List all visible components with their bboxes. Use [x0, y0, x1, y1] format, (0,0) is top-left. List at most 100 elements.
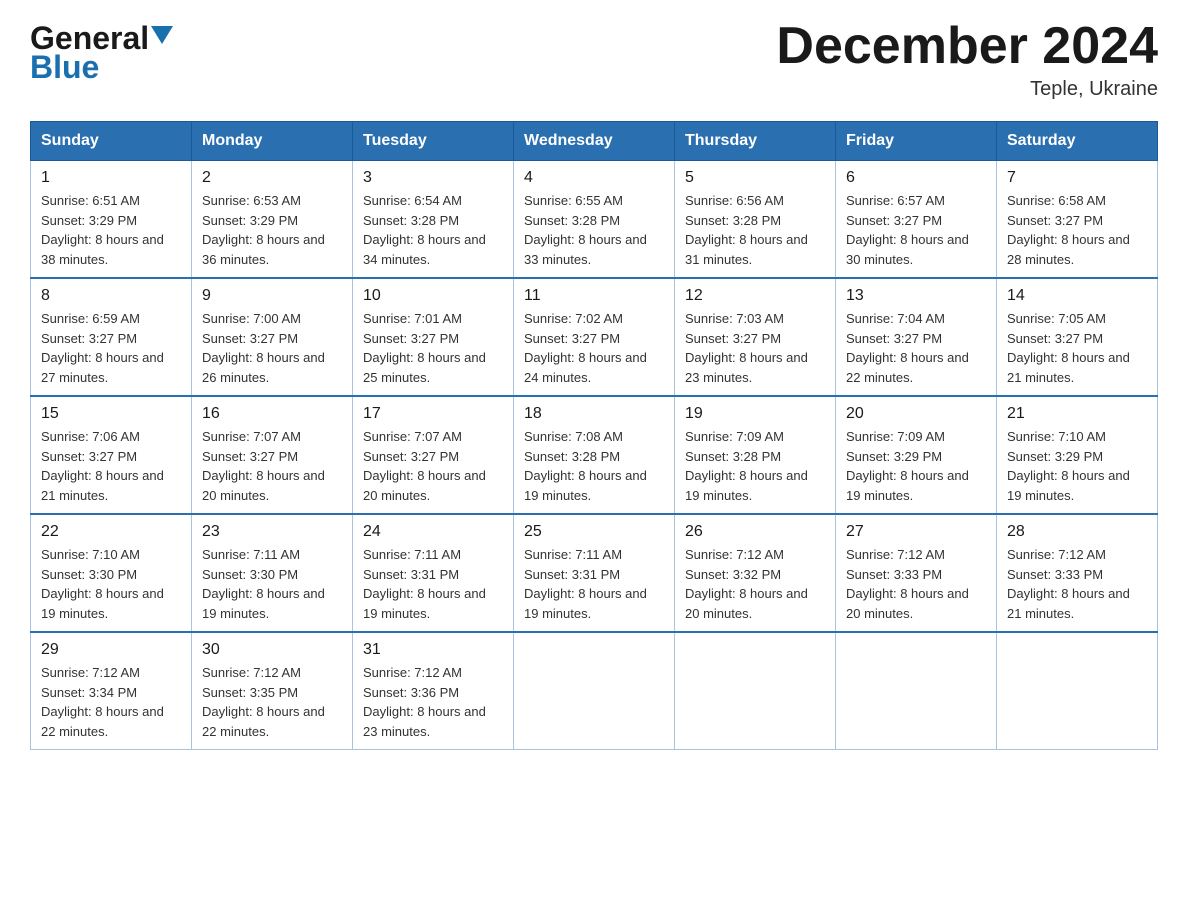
day-number: 23: [202, 523, 342, 541]
header-saturday: Saturday: [997, 122, 1158, 161]
table-row: [836, 632, 997, 750]
header-monday: Monday: [192, 122, 353, 161]
day-info: Sunrise: 7:10 AM Sunset: 3:29 PM Dayligh…: [1007, 427, 1147, 505]
table-row: 25 Sunrise: 7:11 AM Sunset: 3:31 PM Dayl…: [514, 514, 675, 632]
header-tuesday: Tuesday: [353, 122, 514, 161]
table-row: 21 Sunrise: 7:10 AM Sunset: 3:29 PM Dayl…: [997, 396, 1158, 514]
calendar-table: Sunday Monday Tuesday Wednesday Thursday…: [30, 121, 1158, 750]
table-row: 13 Sunrise: 7:04 AM Sunset: 3:27 PM Dayl…: [836, 278, 997, 396]
day-info: Sunrise: 6:54 AM Sunset: 3:28 PM Dayligh…: [363, 191, 503, 269]
day-info: Sunrise: 7:12 AM Sunset: 3:32 PM Dayligh…: [685, 545, 825, 623]
table-row: 11 Sunrise: 7:02 AM Sunset: 3:27 PM Dayl…: [514, 278, 675, 396]
table-row: 12 Sunrise: 7:03 AM Sunset: 3:27 PM Dayl…: [675, 278, 836, 396]
table-row: 27 Sunrise: 7:12 AM Sunset: 3:33 PM Dayl…: [836, 514, 997, 632]
table-row: [675, 632, 836, 750]
day-number: 28: [1007, 523, 1147, 541]
header-friday: Friday: [836, 122, 997, 161]
day-info: Sunrise: 6:51 AM Sunset: 3:29 PM Dayligh…: [41, 191, 181, 269]
day-info: Sunrise: 7:11 AM Sunset: 3:31 PM Dayligh…: [524, 545, 664, 623]
logo: General Blue: [30, 20, 173, 86]
table-row: 20 Sunrise: 7:09 AM Sunset: 3:29 PM Dayl…: [836, 396, 997, 514]
table-row: 26 Sunrise: 7:12 AM Sunset: 3:32 PM Dayl…: [675, 514, 836, 632]
month-title: December 2024: [776, 20, 1158, 72]
day-info: Sunrise: 7:01 AM Sunset: 3:27 PM Dayligh…: [363, 309, 503, 387]
day-number: 13: [846, 287, 986, 305]
day-number: 25: [524, 523, 664, 541]
table-row: 19 Sunrise: 7:09 AM Sunset: 3:28 PM Dayl…: [675, 396, 836, 514]
day-info: Sunrise: 7:11 AM Sunset: 3:30 PM Dayligh…: [202, 545, 342, 623]
header-wednesday: Wednesday: [514, 122, 675, 161]
day-number: 17: [363, 405, 503, 423]
table-row: [514, 632, 675, 750]
table-row: 16 Sunrise: 7:07 AM Sunset: 3:27 PM Dayl…: [192, 396, 353, 514]
header-sunday: Sunday: [31, 122, 192, 161]
day-info: Sunrise: 7:03 AM Sunset: 3:27 PM Dayligh…: [685, 309, 825, 387]
day-number: 5: [685, 169, 825, 187]
table-row: 24 Sunrise: 7:11 AM Sunset: 3:31 PM Dayl…: [353, 514, 514, 632]
day-info: Sunrise: 7:05 AM Sunset: 3:27 PM Dayligh…: [1007, 309, 1147, 387]
table-row: 18 Sunrise: 7:08 AM Sunset: 3:28 PM Dayl…: [514, 396, 675, 514]
day-info: Sunrise: 7:06 AM Sunset: 3:27 PM Dayligh…: [41, 427, 181, 505]
day-number: 19: [685, 405, 825, 423]
day-info: Sunrise: 7:07 AM Sunset: 3:27 PM Dayligh…: [202, 427, 342, 505]
day-info: Sunrise: 7:09 AM Sunset: 3:28 PM Dayligh…: [685, 427, 825, 505]
day-number: 9: [202, 287, 342, 305]
table-row: [997, 632, 1158, 750]
day-number: 15: [41, 405, 181, 423]
table-row: 4 Sunrise: 6:55 AM Sunset: 3:28 PM Dayli…: [514, 161, 675, 279]
calendar-week-row: 8 Sunrise: 6:59 AM Sunset: 3:27 PM Dayli…: [31, 278, 1158, 396]
calendar-week-row: 15 Sunrise: 7:06 AM Sunset: 3:27 PM Dayl…: [31, 396, 1158, 514]
day-info: Sunrise: 7:10 AM Sunset: 3:30 PM Dayligh…: [41, 545, 181, 623]
table-row: 17 Sunrise: 7:07 AM Sunset: 3:27 PM Dayl…: [353, 396, 514, 514]
table-row: 22 Sunrise: 7:10 AM Sunset: 3:30 PM Dayl…: [31, 514, 192, 632]
calendar-week-row: 22 Sunrise: 7:10 AM Sunset: 3:30 PM Dayl…: [31, 514, 1158, 632]
day-number: 26: [685, 523, 825, 541]
day-info: Sunrise: 6:59 AM Sunset: 3:27 PM Dayligh…: [41, 309, 181, 387]
table-row: 15 Sunrise: 7:06 AM Sunset: 3:27 PM Dayl…: [31, 396, 192, 514]
day-number: 4: [524, 169, 664, 187]
day-number: 8: [41, 287, 181, 305]
day-number: 2: [202, 169, 342, 187]
title-area: December 2024 Teple, Ukraine: [776, 20, 1158, 101]
day-number: 20: [846, 405, 986, 423]
table-row: 7 Sunrise: 6:58 AM Sunset: 3:27 PM Dayli…: [997, 161, 1158, 279]
day-number: 7: [1007, 169, 1147, 187]
day-info: Sunrise: 7:07 AM Sunset: 3:27 PM Dayligh…: [363, 427, 503, 505]
day-number: 3: [363, 169, 503, 187]
table-row: 6 Sunrise: 6:57 AM Sunset: 3:27 PM Dayli…: [836, 161, 997, 279]
table-row: 23 Sunrise: 7:11 AM Sunset: 3:30 PM Dayl…: [192, 514, 353, 632]
location: Teple, Ukraine: [776, 78, 1158, 101]
table-row: 9 Sunrise: 7:00 AM Sunset: 3:27 PM Dayli…: [192, 278, 353, 396]
day-number: 12: [685, 287, 825, 305]
day-number: 18: [524, 405, 664, 423]
day-info: Sunrise: 6:56 AM Sunset: 3:28 PM Dayligh…: [685, 191, 825, 269]
day-info: Sunrise: 7:12 AM Sunset: 3:33 PM Dayligh…: [1007, 545, 1147, 623]
day-info: Sunrise: 7:12 AM Sunset: 3:33 PM Dayligh…: [846, 545, 986, 623]
table-row: 10 Sunrise: 7:01 AM Sunset: 3:27 PM Dayl…: [353, 278, 514, 396]
day-number: 11: [524, 287, 664, 305]
table-row: 8 Sunrise: 6:59 AM Sunset: 3:27 PM Dayli…: [31, 278, 192, 396]
day-number: 14: [1007, 287, 1147, 305]
day-number: 22: [41, 523, 181, 541]
table-row: 30 Sunrise: 7:12 AM Sunset: 3:35 PM Dayl…: [192, 632, 353, 750]
day-number: 16: [202, 405, 342, 423]
day-number: 27: [846, 523, 986, 541]
day-info: Sunrise: 6:57 AM Sunset: 3:27 PM Dayligh…: [846, 191, 986, 269]
day-info: Sunrise: 7:12 AM Sunset: 3:34 PM Dayligh…: [41, 663, 181, 741]
logo-blue: Blue: [30, 49, 99, 86]
day-info: Sunrise: 6:53 AM Sunset: 3:29 PM Dayligh…: [202, 191, 342, 269]
day-info: Sunrise: 7:00 AM Sunset: 3:27 PM Dayligh…: [202, 309, 342, 387]
calendar-header-row: Sunday Monday Tuesday Wednesday Thursday…: [31, 122, 1158, 161]
day-number: 1: [41, 169, 181, 187]
day-info: Sunrise: 7:04 AM Sunset: 3:27 PM Dayligh…: [846, 309, 986, 387]
day-info: Sunrise: 7:12 AM Sunset: 3:35 PM Dayligh…: [202, 663, 342, 741]
calendar-week-row: 1 Sunrise: 6:51 AM Sunset: 3:29 PM Dayli…: [31, 161, 1158, 279]
table-row: 28 Sunrise: 7:12 AM Sunset: 3:33 PM Dayl…: [997, 514, 1158, 632]
day-info: Sunrise: 6:58 AM Sunset: 3:27 PM Dayligh…: [1007, 191, 1147, 269]
table-row: 29 Sunrise: 7:12 AM Sunset: 3:34 PM Dayl…: [31, 632, 192, 750]
logo-triangle-icon: [151, 26, 173, 48]
day-number: 31: [363, 641, 503, 659]
table-row: 5 Sunrise: 6:56 AM Sunset: 3:28 PM Dayli…: [675, 161, 836, 279]
day-number: 10: [363, 287, 503, 305]
header-thursday: Thursday: [675, 122, 836, 161]
